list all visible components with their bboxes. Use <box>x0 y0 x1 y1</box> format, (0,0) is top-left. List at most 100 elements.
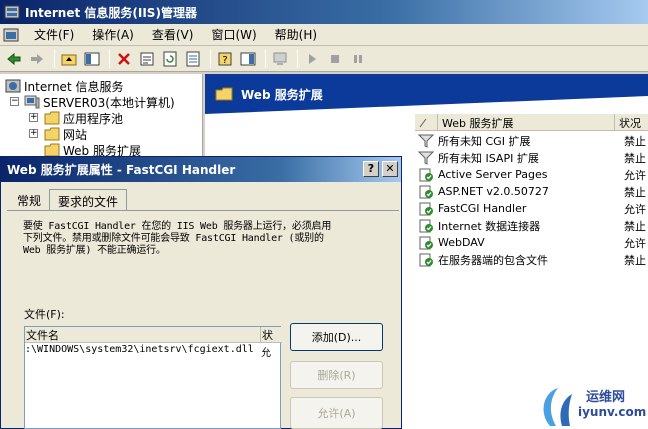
pause-button[interactable] <box>348 49 368 69</box>
show-hide-button[interactable] <box>238 49 258 69</box>
extension-status: 允许 <box>624 168 646 182</box>
arrow-left-icon <box>7 52 21 65</box>
folder-icon <box>44 127 60 141</box>
files-label: 文件(F): <box>24 308 65 321</box>
help-book-icon: ? <box>218 52 232 66</box>
forward-button[interactable] <box>27 49 47 69</box>
up-level-button[interactable] <box>59 49 79 69</box>
extension-name: 在服务器端的包含文件 <box>438 253 548 267</box>
folder-up-icon <box>61 54 77 65</box>
list-item[interactable]: WebDAV 允许 <box>415 234 648 251</box>
list-item[interactable]: ASP.NET v2.0.50727 禁止 <box>415 183 648 200</box>
export-list-button[interactable] <box>183 49 203 69</box>
extensions-list: Web 服务扩展 状况 所有未知 CGI 扩展 禁止 所有未知 ISAPI 扩展 禁止… <box>415 114 648 274</box>
computer-icon <box>273 52 287 65</box>
extension-status: 禁止 <box>624 185 646 199</box>
remove-file-button[interactable]: 删除(R) <box>290 361 383 389</box>
properties-button[interactable] <box>137 49 157 69</box>
column-header-status[interactable]: 状况 <box>615 114 648 131</box>
list-item[interactable]: 在服务器端的包含文件 禁止 <box>415 251 648 268</box>
folder-icon <box>215 87 233 101</box>
toolbar-separator <box>297 49 298 68</box>
toolbar-separator <box>210 49 211 68</box>
extension-icon <box>419 185 433 198</box>
delete-x-icon <box>118 52 130 65</box>
play-icon <box>309 53 316 64</box>
details-header-title: Web 服务扩展 <box>241 87 323 102</box>
list-item[interactable]: 所有未知 CGI 扩展 禁止 <box>415 132 648 149</box>
extension-status: 禁止 <box>624 151 646 165</box>
tree-node-websites[interactable]: 网站 <box>44 126 87 142</box>
delete-button[interactable] <box>114 49 134 69</box>
dialog-titlebar: Web 服务扩展属性 - FastCGI Handler <box>1 157 401 182</box>
mmc-console-icon[interactable] <box>3 27 19 43</box>
description-line: 下列文件。禁用或删除文件可能会导致 FastCGI Handler (或别的 <box>23 233 324 244</box>
allow-file-button[interactable]: 允许(A) <box>290 397 383 429</box>
back-button[interactable] <box>4 49 24 69</box>
description-line: Web 服务扩展) 不能正确运行。 <box>23 245 166 256</box>
menu-action[interactable]: 操作(A) <box>83 24 143 45</box>
column-header-name[interactable]: Web 服务扩展 <box>438 114 615 131</box>
watermark-text-cn: 运维网 <box>586 390 626 405</box>
extension-status: 禁止 <box>624 134 646 148</box>
refresh-icon <box>163 51 177 66</box>
console-tree-icon <box>84 52 100 65</box>
tab-general[interactable]: 常规 <box>9 189 49 211</box>
tree-node-iis-root[interactable]: Internet 信息服务 <box>5 78 123 94</box>
show-tree-button[interactable] <box>82 49 102 69</box>
toolbar-separator <box>265 49 266 68</box>
extension-name: FastCGI Handler <box>438 202 527 215</box>
extension-icon <box>419 236 433 249</box>
dialog-description: 要使 FastCGI Handler 在您的 IIS Web 服务器上运行，必须… <box>23 221 383 257</box>
tree-label: SERVER03(本地计算机) <box>43 95 175 110</box>
tree-expand-toggle[interactable]: + <box>29 129 38 138</box>
column-header-file-status[interactable]: 状 <box>261 327 282 343</box>
tree-node-app-pools[interactable]: 应用程序池 <box>44 110 123 126</box>
dialog-tabs: 常规 要求的文件 <box>9 189 128 211</box>
svg-text:?: ? <box>222 55 227 66</box>
server-icon <box>24 95 40 109</box>
add-file-button[interactable]: 添加(D)... <box>290 323 383 351</box>
list-item[interactable]: FastCGI Handler 允许 <box>415 200 648 217</box>
list-item[interactable]: Internet 数据连接器 禁止 <box>415 217 648 234</box>
tab-required-files[interactable]: 要求的文件 <box>49 189 128 211</box>
list-item[interactable]: 所有未知 ISAPI 扩展 禁止 <box>415 149 648 166</box>
extension-icon <box>419 219 433 232</box>
pause-icon <box>354 54 362 63</box>
extension-name: 所有未知 CGI 扩展 <box>438 134 531 148</box>
list-header: Web 服务扩展 状况 <box>415 114 648 131</box>
refresh-button[interactable] <box>160 49 180 69</box>
menu-window[interactable]: 窗口(W) <box>202 24 265 45</box>
column-header-filename[interactable]: 文件名 <box>25 327 261 343</box>
extension-name: WebDAV <box>438 236 485 249</box>
computer-button[interactable] <box>270 49 290 69</box>
tree-label: 应用程序池 <box>63 111 124 126</box>
menu-bar: 文件(F) 操作(A) 查看(V) 窗口(W) 帮助(H) <box>0 24 648 46</box>
list-item[interactable]: Active Server Pages 允许 <box>415 166 648 183</box>
properties-icon <box>140 52 154 65</box>
dialog-help-button[interactable]: ? <box>363 161 379 177</box>
start-button[interactable] <box>302 49 322 69</box>
extension-name: Internet 数据连接器 <box>438 219 541 233</box>
menu-view[interactable]: 查看(V) <box>143 24 203 45</box>
extension-name: ASP.NET v2.0.50727 <box>438 185 549 198</box>
extension-icon <box>419 202 433 215</box>
file-row[interactable]: :\WINDOWS\system32\inetsrv\fcgiext.dll 允 <box>25 344 282 359</box>
extension-icon <box>419 253 433 266</box>
sort-column-header[interactable] <box>415 114 438 131</box>
menu-file[interactable]: 文件(F) <box>25 24 83 45</box>
dialog-title: Web 服务扩展属性 - FastCGI Handler <box>7 163 236 177</box>
extension-status: 允许 <box>624 236 646 250</box>
tree-expand-toggle[interactable]: + <box>29 113 38 122</box>
toolbar: ? <box>0 46 648 72</box>
extension-status: 禁止 <box>624 253 646 267</box>
required-files-list[interactable]: 文件名 状 :\WINDOWS\system32\inetsrv\fcgiext… <box>24 326 282 429</box>
help-button[interactable]: ? <box>215 49 235 69</box>
dialog-close-button[interactable]: ✕ <box>382 161 398 177</box>
stop-button[interactable] <box>325 49 345 69</box>
toolbar-separator <box>109 49 110 68</box>
tree-node-server[interactable]: SERVER03(本地计算机) <box>24 94 175 110</box>
iis-app-icon <box>4 5 20 19</box>
menu-help[interactable]: 帮助(H) <box>266 24 326 45</box>
tree-collapse-toggle[interactable]: − <box>10 97 19 106</box>
